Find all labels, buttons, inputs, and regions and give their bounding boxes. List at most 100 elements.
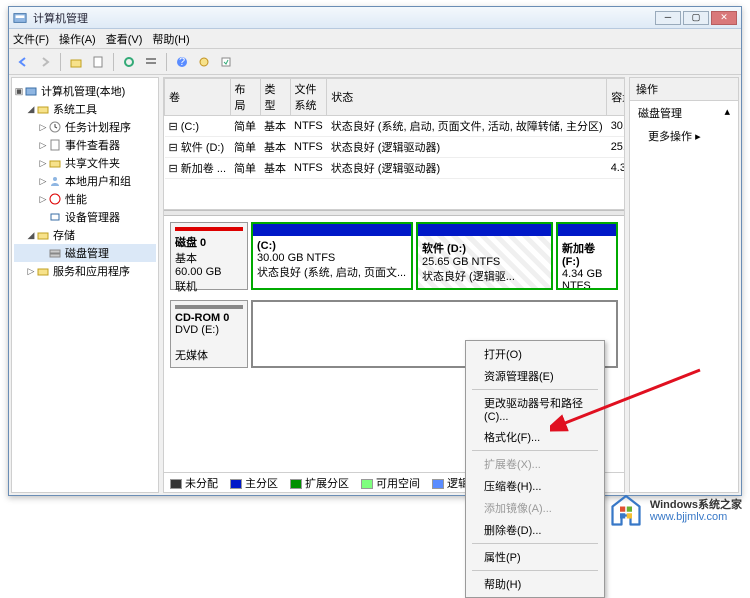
svg-text:?: ? [179,56,185,68]
disk-title: 磁盘 0 [175,237,206,249]
content-area: ▣计算机管理(本地) ◢系统工具 ▷任务计划程序 ▷事件查看器 ▷共享文件夹 ▷… [9,75,741,495]
tree-label: 性能 [65,191,87,207]
col-status[interactable]: 状态 [327,79,607,116]
tree-task-scheduler[interactable]: ▷任务计划程序 [14,118,156,136]
part-name: 新加卷 (F:) [562,243,595,268]
help-button[interactable]: ? [172,52,192,72]
cdrom-status: 无媒体 [175,350,208,362]
ctx-format[interactable]: 格式化(F)... [468,426,602,448]
maximize-button[interactable]: ▢ [683,11,709,25]
separator [113,53,114,71]
tree-performance[interactable]: ▷性能 [14,190,156,208]
actions-more[interactable]: 更多操作 ▸ [630,125,738,147]
menu-action[interactable]: 操作(A) [59,31,96,47]
watermark-logo-icon [608,493,644,529]
chevron-right-icon: ▸ [695,131,701,143]
tree-label: 计算机管理(本地) [41,83,125,99]
legend-free: 可用空间 [376,478,420,490]
tree-local-users[interactable]: ▷本地用户和组 [14,172,156,190]
tree-label: 服务和应用程序 [53,263,130,279]
part-size: 25.65 GB NTFS [422,256,500,268]
tree-label: 设备管理器 [65,209,120,225]
legend-primary: 主分区 [245,478,278,490]
part-size: 4.34 GB NTFS [562,268,602,290]
watermark-title: Windows系统之家 [650,499,742,511]
part-name: (C:) [257,240,276,252]
minimize-button[interactable]: ─ [655,11,681,25]
rescan-icon[interactable] [216,52,236,72]
actions-panel: 操作 磁盘管理▴ 更多操作 ▸ [629,77,739,493]
tree-services-apps[interactable]: ▷服务和应用程序 [14,262,156,280]
tree-disk-management[interactable]: 磁盘管理 [14,244,156,262]
tree-label: 存储 [53,227,75,243]
cdrom-info[interactable]: CD-ROM 0 DVD (E:) 无媒体 [170,300,248,368]
watermark: Windows系统之家 www.bjjmlv.com [608,493,742,529]
col-type[interactable]: 类型 [260,79,290,116]
tree-label: 磁盘管理 [65,245,109,261]
actions-dm[interactable]: 磁盘管理▴ [630,101,738,125]
navigation-tree: ▣计算机管理(本地) ◢系统工具 ▷任务计划程序 ▷事件查看器 ▷共享文件夹 ▷… [11,77,159,493]
menu-help[interactable]: 帮助(H) [152,31,189,47]
back-button[interactable] [13,52,33,72]
tree-shared-folders[interactable]: ▷共享文件夹 [14,154,156,172]
tree-root[interactable]: ▣计算机管理(本地) [14,82,156,100]
tree-label: 任务计划程序 [65,119,131,135]
tree-label: 系统工具 [53,101,97,117]
partition-c[interactable]: (C:) 30.00 GB NTFS 状态良好 (系统, 启动, 页面文... [251,222,413,290]
ctx-properties[interactable]: 属性(P) [468,546,602,568]
close-button[interactable]: ✕ [711,11,737,25]
tree-storage[interactable]: ◢存储 [14,226,156,244]
ctx-delete[interactable]: 删除卷(D)... [468,519,602,541]
tree-label: 共享文件夹 [65,155,120,171]
settings-icon[interactable] [194,52,214,72]
chevron-up-icon: ▴ [724,105,730,121]
col-volume[interactable]: 卷 [165,79,231,116]
app-icon [13,11,27,25]
tree-system-tools[interactable]: ◢系统工具 [14,100,156,118]
part-name: 软件 (D:) [422,243,466,255]
table-row[interactable]: ⊟ (C:)简单基本NTFS状态良好 (系统, 启动, 页面文件, 活动, 故障… [165,116,625,137]
ctx-shrink[interactable]: 压缩卷(H)... [468,475,602,497]
legend-extended: 扩展分区 [305,478,349,490]
tree-device-manager[interactable]: 设备管理器 [14,208,156,226]
menu-separator [472,450,598,451]
disk-0-partitions: (C:) 30.00 GB NTFS 状态良好 (系统, 启动, 页面文... … [248,222,618,290]
ctx-open[interactable]: 打开(O) [468,343,602,365]
forward-button[interactable] [35,52,55,72]
cdrom-title: CD-ROM 0 [175,312,229,324]
disk-type: 基本 [175,253,197,265]
part-status: 状态良好 (系统, 启动, 页面文... [257,267,406,279]
tree-event-viewer[interactable]: ▷事件查看器 [14,136,156,154]
actions-header: 操作 [630,78,738,101]
window-title: 计算机管理 [33,10,653,26]
col-fs[interactable]: 文件系统 [290,79,327,116]
menubar: 文件(F) 操作(A) 查看(V) 帮助(H) [9,29,741,49]
titlebar: 计算机管理 ─ ▢ ✕ [9,7,741,29]
up-button[interactable] [66,52,86,72]
col-layout[interactable]: 布局 [230,79,260,116]
toolbar: ? [9,49,741,75]
legend-unalloc: 未分配 [185,478,218,490]
ctx-help[interactable]: 帮助(H) [468,573,602,595]
disk-0-row: 磁盘 0 基本 60.00 GB 联机 (C:) 30.00 GB NTFS 状… [170,222,618,290]
separator [60,53,61,71]
refresh-button[interactable] [119,52,139,72]
computer-management-window: 计算机管理 ─ ▢ ✕ 文件(F) 操作(A) 查看(V) 帮助(H) ? ▣计… [8,6,742,496]
volume-list: 卷 布局 类型 文件系统 状态 容量 可... ⊟ (C:)简单基本NTFS状态… [164,78,624,210]
ctx-explorer[interactable]: 资源管理器(E) [468,365,602,387]
menu-file[interactable]: 文件(F) [13,31,49,47]
menu-separator [472,570,598,571]
partition-d[interactable]: 软件 (D:) 25.65 GB NTFS 状态良好 (逻辑驱... [416,222,553,290]
col-capacity[interactable]: 容量 [607,79,624,116]
tree-label: 事件查看器 [65,137,120,153]
menu-view[interactable]: 查看(V) [106,31,143,47]
ctx-extend: 扩展卷(X)... [468,453,602,475]
table-row[interactable]: ⊟ 软件 (D:)简单基本NTFS状态良好 (逻辑驱动器)25.65 GB2..… [165,137,625,158]
partition-f[interactable]: 新加卷 (F:) 4.34 GB NTFS [556,222,618,290]
list-button[interactable] [141,52,161,72]
volume-table: 卷 布局 类型 文件系统 状态 容量 可... ⊟ (C:)简单基本NTFS状态… [164,78,624,179]
disk-0-info[interactable]: 磁盘 0 基本 60.00 GB 联机 [170,222,248,290]
ctx-change-letter[interactable]: 更改驱动器号和路径(C)... [468,392,602,426]
table-row[interactable]: ⊟ 新加卷 ...简单基本NTFS状态良好 (逻辑驱动器)4.34 GB4... [165,158,625,179]
properties-button[interactable] [88,52,108,72]
